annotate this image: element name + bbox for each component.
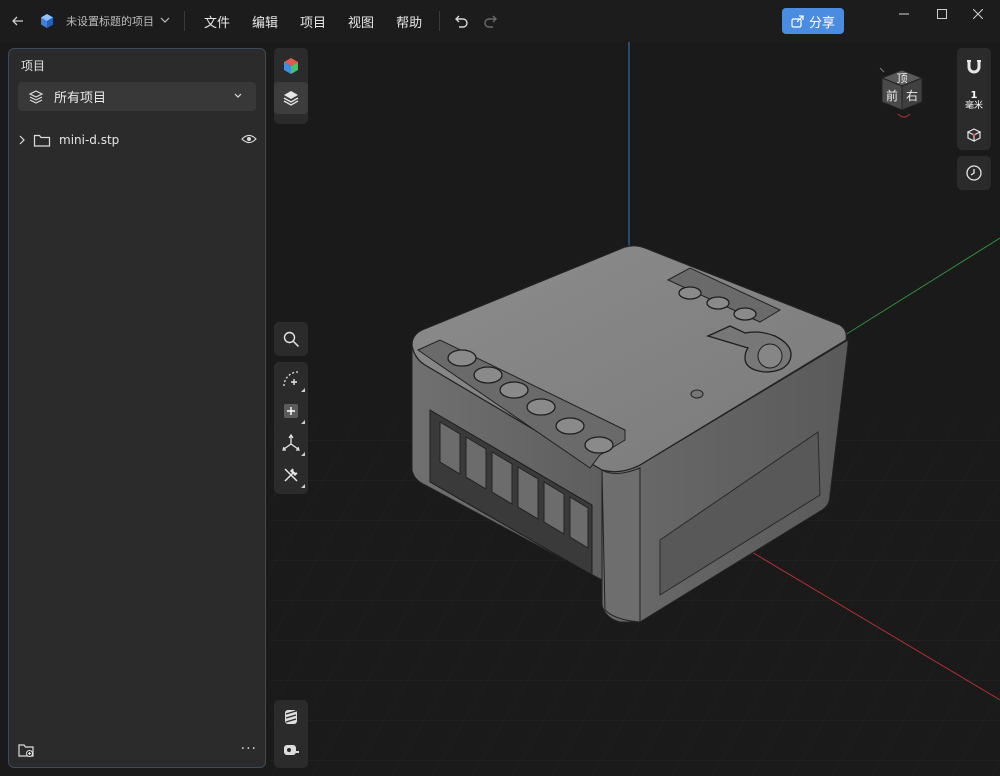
scale-indicator[interactable]: 1 毫米	[957, 84, 991, 118]
view-cube[interactable]: 顶 前 右	[876, 66, 928, 122]
app-logo-icon	[36, 10, 58, 32]
bottom-toolbar	[274, 700, 308, 768]
menu-project[interactable]: 项目	[289, 12, 337, 31]
measure-button[interactable]	[274, 733, 308, 765]
divider	[184, 11, 185, 31]
more-options-button[interactable]: ···	[241, 741, 257, 757]
close-icon[interactable]	[960, 0, 996, 28]
scale-value: 1	[970, 89, 978, 101]
share-button[interactable]: 分享	[782, 8, 844, 34]
sketch-arc-icon	[283, 371, 299, 387]
cross-section-button[interactable]	[274, 701, 308, 733]
layers-icon	[283, 91, 299, 106]
project-filter-dropdown[interactable]: 所有项目	[18, 82, 256, 111]
undo-icon[interactable]	[446, 6, 476, 36]
tree-item-label: mini-d.stp	[59, 133, 120, 147]
folder-icon	[33, 134, 51, 147]
panel-title: 项目	[21, 59, 46, 73]
add-box-icon	[284, 404, 298, 418]
transform-button[interactable]	[274, 427, 308, 459]
tree-item[interactable]: mini-d.stp	[17, 129, 257, 151]
snap-scale-toolbar: 1 毫米	[957, 48, 991, 150]
add-folder-icon[interactable]	[17, 741, 35, 759]
back-arrow-icon[interactable]	[0, 0, 36, 42]
section-icon	[285, 710, 297, 724]
color-cube-icon	[284, 58, 298, 74]
view-cube-front-label: 前	[886, 88, 898, 103]
title-bar: 未设置标题的项目 文件 编辑 项目 视图 帮助	[0, 0, 1000, 42]
modeling-toolbar	[274, 362, 308, 494]
share-icon	[791, 14, 804, 28]
share-label: 分享	[808, 15, 835, 31]
render-mode-button[interactable]	[274, 50, 308, 82]
project-title[interactable]: 未设置标题的项目	[66, 13, 154, 29]
scale-unit: 毫米	[964, 100, 983, 111]
search-icon	[283, 331, 300, 348]
maximize-icon[interactable]	[924, 0, 960, 28]
move-axes-icon	[282, 433, 300, 451]
magnet-icon	[967, 60, 981, 74]
add-primitive-button[interactable]	[274, 395, 308, 427]
3d-viewport[interactable]	[270, 42, 1000, 776]
menu-view[interactable]: 视图	[337, 12, 385, 31]
eye-icon[interactable]	[241, 132, 257, 146]
snap-button[interactable]	[957, 50, 991, 84]
project-panel: 项目 所有项目 mini-d.stp ···	[8, 48, 266, 768]
chevron-down-icon[interactable]	[160, 16, 170, 27]
tape-measure-icon	[284, 745, 299, 755]
wrench-screwdriver-icon	[284, 468, 298, 482]
sketch-button[interactable]	[274, 363, 308, 395]
tools-button[interactable]	[274, 459, 308, 491]
layers-button[interactable]	[274, 82, 308, 114]
menu-file[interactable]: 文件	[193, 12, 241, 31]
view-cube-right-label: 右	[906, 88, 918, 103]
view-cube-top-label: 顶	[897, 72, 908, 85]
menu-bar: 文件 编辑 项目 视图 帮助	[193, 12, 433, 31]
axis-display-button[interactable]	[957, 118, 991, 152]
filter-label: 所有项目	[54, 91, 107, 106]
axis-cube-icon	[966, 128, 982, 142]
layers-icon	[28, 89, 44, 104]
redo-icon[interactable]	[476, 6, 506, 36]
chevron-right-icon[interactable]	[17, 134, 27, 146]
chevron-down-icon	[234, 93, 242, 98]
search-toolbar	[274, 322, 308, 356]
minimize-icon[interactable]	[886, 0, 922, 28]
history-toolbar	[957, 156, 991, 190]
clock-icon	[966, 165, 982, 181]
history-button[interactable]	[957, 156, 991, 190]
view-mode-toolbar	[274, 48, 308, 124]
search-button[interactable]	[274, 323, 308, 355]
menu-edit[interactable]: 编辑	[241, 12, 289, 31]
divider	[439, 11, 441, 31]
menu-help[interactable]: 帮助	[385, 12, 433, 31]
